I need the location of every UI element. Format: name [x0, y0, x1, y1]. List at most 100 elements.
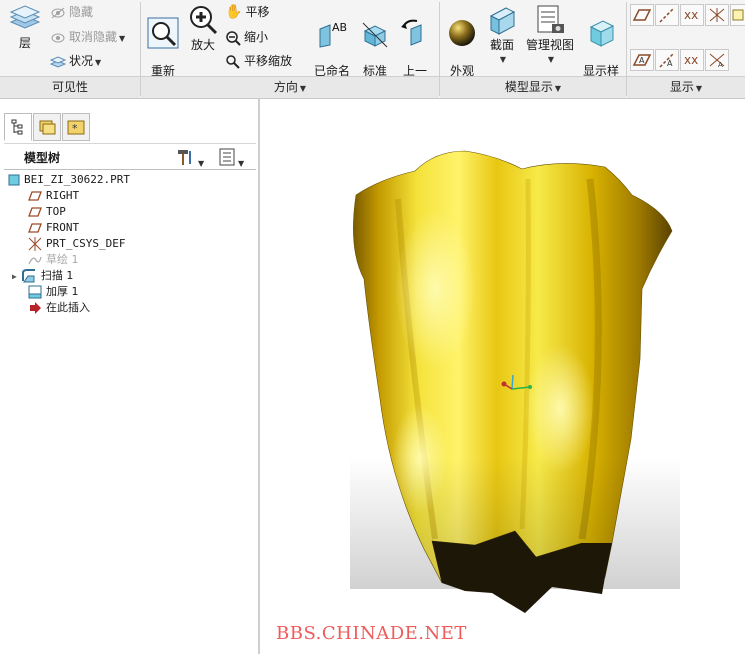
- datum-plane-icon: [28, 207, 42, 217]
- chevron-down-icon: ▼: [119, 34, 126, 43]
- pan-zoom-label: 平移缩放: [244, 54, 293, 68]
- tree-node-sweep[interactable]: ▶ 扫描 1: [12, 268, 73, 284]
- zoom-out-icon: [226, 30, 241, 46]
- ribbon-toolbar: 层 隐藏 取消隐藏 ▼ 状况 ▼ 可见性 重新 放大 ✋ 平移 缩小 平移缩放 …: [0, 0, 745, 99]
- plane-tag-icon: A: [632, 54, 652, 66]
- plane-display-icon: [632, 9, 652, 21]
- axis-tag-toggle[interactable]: A: [655, 49, 679, 71]
- axis-display-toggle[interactable]: [655, 4, 679, 26]
- manage-views-button[interactable]: 管理视图 ▼: [524, 4, 576, 66]
- annotation-display-toggle[interactable]: [730, 4, 745, 26]
- show-group: xx A A xx A 显示 ▼: [627, 0, 745, 98]
- expand-arrow-icon[interactable]: ▶: [12, 272, 17, 281]
- tree-node-part[interactable]: BEI_ZI_30622.PRT: [8, 172, 130, 188]
- svg-text:xx: xx: [684, 8, 698, 22]
- svg-text:A: A: [639, 56, 645, 65]
- tree-columns-button[interactable]: ▼: [218, 148, 244, 169]
- tree-node-label: TOP: [46, 205, 66, 218]
- visibility-group-label: 可见性: [0, 76, 140, 98]
- tree-node-csys[interactable]: PRT_CSYS_DEF: [28, 236, 125, 252]
- svg-text:A: A: [667, 59, 673, 68]
- tree-node-insert-here[interactable]: 在此插入: [28, 300, 90, 316]
- tree-node-right-plane[interactable]: RIGHT: [28, 188, 79, 204]
- visibility-group: 层 隐藏 取消隐藏 ▼ 状况 ▼ 可见性: [0, 0, 140, 98]
- zoom-in-label: 放大: [190, 38, 215, 52]
- model-tree-header: 模型树 ▼ ▼: [4, 143, 256, 170]
- csys-tag-toggle[interactable]: A: [705, 49, 729, 71]
- section-button[interactable]: 截面 ▼: [484, 4, 520, 66]
- tree-node-label: BEI_ZI_30622.PRT: [24, 173, 130, 186]
- status-layers-icon: [49, 55, 67, 68]
- zoom-out-button[interactable]: 缩小: [225, 27, 268, 47]
- tab-favorites[interactable]: *: [62, 113, 90, 141]
- svg-text:A: A: [718, 61, 723, 69]
- unhide-button[interactable]: 取消隐藏 ▼: [50, 27, 125, 47]
- navigator-panel: * 模型树 ▼ ▼ BEI_ZI_30622.PRT RIGHT TOP FRO…: [0, 99, 260, 654]
- pan-zoom-button[interactable]: 平移缩放: [225, 51, 292, 71]
- tree-node-label: 加厚 1: [46, 285, 79, 298]
- point-display-toggle[interactable]: xx: [680, 4, 704, 26]
- tree-node-label: 扫描 1: [40, 269, 74, 282]
- tree-settings-button[interactable]: ▼: [176, 148, 204, 169]
- previous-view-icon: [401, 19, 422, 46]
- point-tag-toggle[interactable]: xx: [680, 49, 704, 71]
- plane-display-toggle[interactable]: [630, 4, 654, 26]
- csys-tag-icon: A: [709, 53, 725, 69]
- pan-button[interactable]: ✋ 平移: [225, 2, 269, 22]
- hide-button[interactable]: 隐藏: [50, 2, 93, 22]
- model-tree-title: 模型树: [24, 151, 61, 165]
- pan-zoom-icon: [226, 54, 240, 69]
- plane-tag-toggle[interactable]: A: [630, 49, 654, 71]
- tree-node-thicken[interactable]: 加厚 1: [28, 284, 79, 300]
- tree-node-sketch[interactable]: 草绘 1: [28, 252, 79, 268]
- tab-model-tree[interactable]: [4, 113, 32, 141]
- folder-browser-icon: [39, 120, 56, 135]
- watermark-text: BBS.CHINADE.NET: [276, 623, 467, 644]
- model-tree: BEI_ZI_30622.PRT RIGHT TOP FRONT PRT_CSY…: [4, 169, 256, 655]
- chevron-down-icon: ▼: [238, 159, 245, 168]
- tree-node-top-plane[interactable]: TOP: [28, 204, 66, 220]
- list-columns-icon: [219, 148, 235, 166]
- hide-label: 隐藏: [69, 5, 94, 19]
- graphics-viewport[interactable]: BBS.CHINADE.NET: [260, 99, 745, 654]
- thicken-icon: [28, 285, 42, 299]
- zoom-out-label: 缩小: [244, 30, 269, 44]
- zoom-in-button[interactable]: 放大: [185, 4, 221, 52]
- refit-magnifier-icon: [147, 17, 179, 49]
- model-tree-icon: [11, 119, 23, 135]
- chevron-down-icon[interactable]: ▼: [300, 84, 306, 93]
- tree-node-label: RIGHT: [46, 189, 80, 202]
- point-display-icon: xx: [684, 8, 698, 22]
- hand-icon: ✋: [225, 4, 243, 20]
- model-display-group: 外观 库▼ 截面▼ 管理视图▼: [440, 0, 626, 98]
- eye-slash-icon: [51, 7, 65, 18]
- status-button[interactable]: 状况 ▼: [49, 51, 101, 71]
- sweep-icon: [21, 269, 35, 283]
- unhide-label: 取消隐藏: [69, 30, 118, 44]
- chevron-down-icon[interactable]: ▼: [696, 84, 702, 93]
- layers-icon: [9, 5, 41, 29]
- chevron-down-icon[interactable]: ▼: [555, 84, 561, 93]
- svg-text:AB: AB: [332, 21, 347, 34]
- named-views-icon: AB: [319, 21, 347, 48]
- model-display-group-label: 模型显示 ▼: [440, 76, 626, 98]
- show-group-label: 显示 ▼: [627, 76, 745, 98]
- tab-folder-browser[interactable]: [33, 113, 61, 141]
- pan-label: 平移: [245, 5, 270, 19]
- tree-node-label: 在此插入: [46, 301, 90, 314]
- display-style-cube-icon: [589, 20, 615, 47]
- layer-label: 层: [18, 36, 31, 50]
- part-icon: [8, 174, 20, 186]
- axis-display-icon: [659, 7, 675, 23]
- appearance-sphere-icon: [449, 20, 475, 46]
- cup-model-3d: [350, 149, 680, 613]
- csys-display-toggle[interactable]: [705, 4, 729, 26]
- chevron-down-icon: ▼: [198, 159, 205, 168]
- svg-text:*: *: [72, 122, 78, 135]
- layer-button[interactable]: 层: [6, 4, 44, 50]
- tree-node-front-plane[interactable]: FRONT: [28, 220, 79, 236]
- insert-here-arrow-icon: [30, 302, 41, 314]
- manage-views-label: 管理视图: [525, 38, 574, 52]
- tools-hammer-icon: [178, 150, 191, 165]
- datum-plane-icon: [28, 191, 42, 201]
